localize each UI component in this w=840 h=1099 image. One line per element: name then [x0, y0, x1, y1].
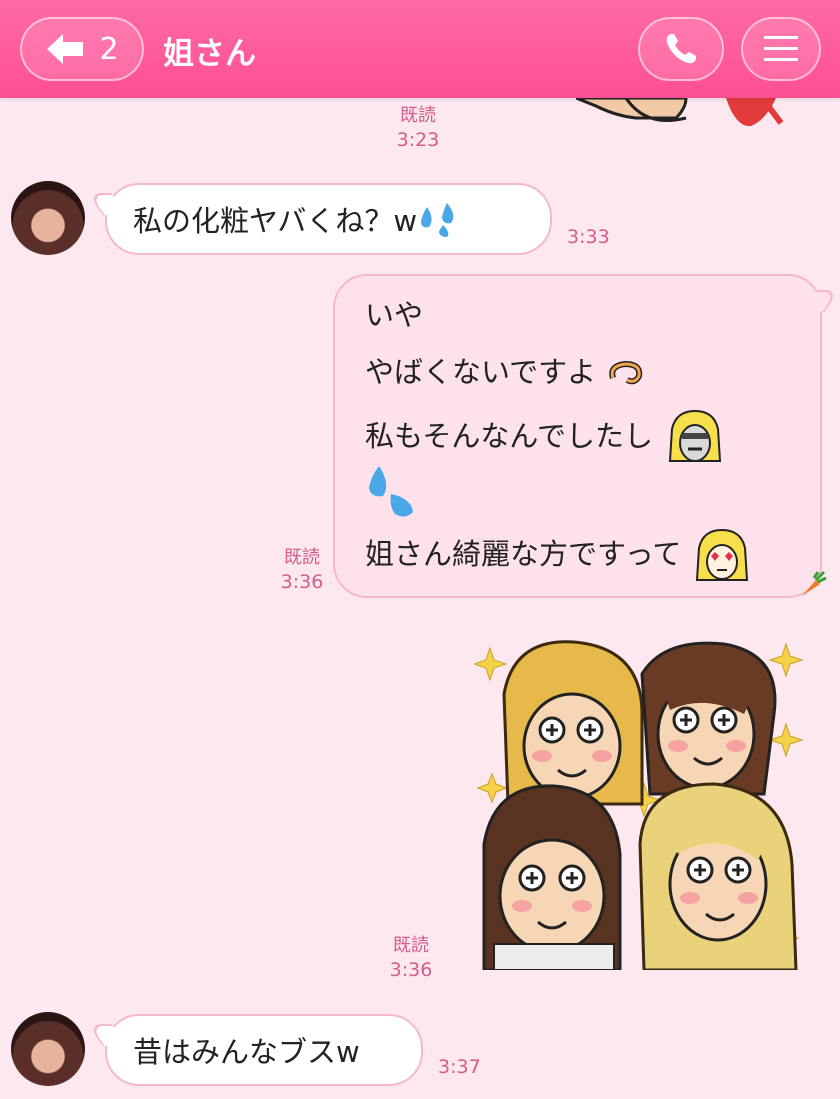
sweat-drops-icon [369, 466, 413, 517]
incoming-bubble: 昔はみんなブスw [105, 1014, 423, 1086]
scared-girl-emoji-icon [669, 409, 722, 462]
outgoing-bubble: いや やばくないですよ 私もそんなんでしたし 姐さん綺麗な方ですって [333, 274, 827, 598]
message-time: 3:37 [438, 1056, 481, 1078]
menu-icon [764, 36, 798, 61]
read-status-1: 既読 3:23 [396, 105, 440, 151]
message-text: 昔はみんなブスw [133, 1035, 360, 1069]
avatar[interactable] [11, 181, 85, 255]
carrot-icon [802, 570, 827, 596]
heart-eyes-girl-emoji-icon [695, 528, 748, 581]
message-line [365, 464, 417, 527]
menu-button[interactable] [741, 17, 821, 81]
call-button[interactable] [638, 17, 724, 81]
avatar[interactable] [11, 1012, 85, 1086]
message-line: やばくないですよ [365, 349, 649, 391]
message-text: 私の化粧ヤバくね？w [133, 204, 418, 238]
sweat-drops-icon [421, 203, 454, 237]
message-line: 私もそんなんでしたし [365, 409, 728, 467]
back-arrow-icon [47, 34, 84, 64]
incoming-bubble: 私の化粧ヤバくね？w [105, 183, 552, 255]
curl-emoji-icon [609, 360, 643, 385]
chat-header: 2 姐さん [0, 0, 840, 98]
message-time: 3:33 [567, 226, 610, 248]
message-line: いや [365, 298, 424, 332]
partial-sticker [576, 98, 816, 138]
message-line: 姐さん綺麗な方ですって [365, 528, 753, 584]
read-status-3: 既読 3:36 [389, 935, 433, 981]
four-friends-sticker[interactable] [474, 634, 806, 970]
unread-count: 2 [99, 31, 119, 67]
back-button[interactable]: 2 [20, 17, 144, 81]
read-status-2: 既読 3:36 [280, 547, 324, 593]
phone-icon [666, 34, 696, 64]
chat-title: 姐さん [163, 36, 256, 72]
